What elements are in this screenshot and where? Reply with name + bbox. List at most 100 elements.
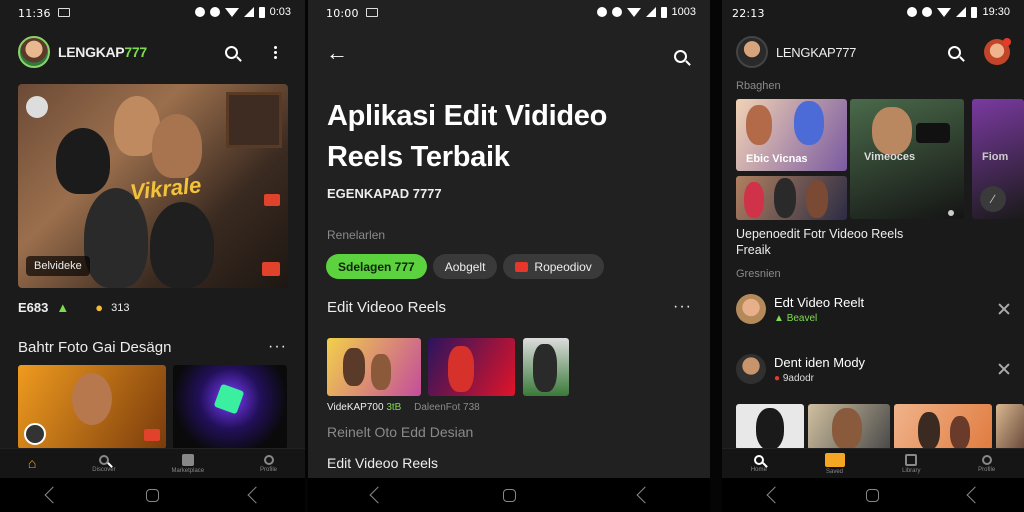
- close-icon[interactable]: [998, 363, 1010, 375]
- more-horiz-icon[interactable]: ···: [268, 338, 287, 356]
- related-label: Renelarlen: [327, 228, 386, 242]
- list-item-title: Dent iden Mody: [774, 354, 866, 370]
- close-icon[interactable]: [998, 303, 1010, 315]
- search-icon: [224, 45, 238, 59]
- nav-home-icon[interactable]: [866, 488, 880, 502]
- article-title: Aplikasi Edit Vidideo Reels Terbaik: [327, 100, 608, 173]
- person-figure: [774, 178, 796, 218]
- person-figure: [150, 202, 214, 288]
- system-nav-bar: [722, 478, 1024, 512]
- status-bar: 11:36 0:03: [0, 0, 305, 26]
- nav-back-icon[interactable]: [766, 486, 784, 504]
- person-figure: [872, 107, 912, 155]
- chip-active[interactable]: Sdelagen 777: [326, 254, 427, 279]
- more-button[interactable]: [263, 40, 287, 64]
- thumbnail-card[interactable]: [808, 404, 890, 450]
- thumb-caption: VideKAP700 3tB DaleenFot 738: [327, 402, 480, 413]
- person-figure: [343, 348, 365, 386]
- tab-library[interactable]: Library: [902, 453, 921, 474]
- tab-discover[interactable]: Discover: [92, 454, 116, 473]
- thumbs-up-icon[interactable]: ▲: [56, 300, 69, 315]
- screen-library: 22:13 19:30 LENGKAP777 Rbaghen Ebic Vicn…: [722, 0, 1024, 478]
- thumbnail-card[interactable]: [18, 365, 166, 449]
- nav-back-icon[interactable]: [44, 486, 62, 504]
- chip-row: Sdelagen 777 Aobgelt Ropeodiov: [326, 254, 604, 279]
- nav-back-icon[interactable]: [369, 486, 386, 504]
- person-figure: [918, 412, 940, 450]
- profile-avatar[interactable]: [984, 38, 1011, 65]
- page-indicator: [948, 210, 954, 216]
- tab-profile[interactable]: Profile: [260, 454, 277, 473]
- thumbnail-card[interactable]: Vimeoces: [850, 99, 964, 219]
- brand-title: LENGKAP777: [776, 44, 857, 60]
- section-title: Edit Videoo Reels: [327, 455, 439, 471]
- bottom-tab-bar: ⌂ Discover Marketplace Profile: [0, 448, 305, 478]
- search-button[interactable]: [942, 40, 966, 64]
- list-item[interactable]: Dent iden Mody ● 9adodr: [736, 352, 1010, 386]
- logo-badge-icon: [26, 96, 48, 118]
- thumbnail-card[interactable]: [523, 338, 569, 396]
- emoji-icon[interactable]: ●: [95, 300, 103, 315]
- status-battery-text: 0:03: [269, 6, 291, 18]
- section-label: Gresnien: [736, 268, 781, 280]
- person-figure: [746, 105, 772, 145]
- thumbnail-card[interactable]: [736, 404, 804, 450]
- chip-youtube[interactable]: Ropeodiov: [503, 254, 604, 279]
- gallery-icon: [58, 8, 70, 17]
- tab-profile[interactable]: Profile: [978, 454, 995, 473]
- search-button[interactable]: [219, 40, 243, 64]
- thumbnail-card[interactable]: Ebic Vicnas: [736, 99, 847, 171]
- wifi-icon: [626, 7, 641, 17]
- dnd-icon: [611, 7, 622, 17]
- status-time: 10:00: [326, 7, 359, 20]
- alarm-icon: [907, 7, 918, 17]
- person-icon: [981, 454, 992, 465]
- tab-home[interactable]: ⌂: [28, 455, 36, 473]
- person-figure: [756, 408, 784, 450]
- edit-button[interactable]: ∕: [980, 186, 1006, 212]
- hero-image[interactable]: Vikrale Belvideke: [18, 84, 288, 288]
- thumbnail-card[interactable]: [736, 176, 847, 220]
- chip[interactable]: Aobgelt: [432, 254, 498, 279]
- nav-home-icon[interactable]: [502, 488, 516, 502]
- status-bar: 10:00 1003: [308, 0, 710, 26]
- thumbnail-card[interactable]: [996, 404, 1024, 450]
- play-badge-icon: [264, 194, 280, 206]
- tab-marketplace[interactable]: Marketplace: [171, 453, 204, 474]
- thumbnail-card[interactable]: [327, 338, 421, 396]
- avatar[interactable]: [736, 36, 768, 68]
- tab-saved[interactable]: Saved: [824, 452, 845, 475]
- search-icon: [98, 454, 109, 465]
- hero-chip[interactable]: Belvideke: [26, 256, 90, 276]
- signal-icon: [956, 7, 967, 17]
- wall-frame: [226, 92, 282, 148]
- system-nav-bar: [0, 478, 305, 512]
- list-item[interactable]: Edt Video Reelt ▲ Beavel: [736, 292, 1010, 326]
- battery-icon: [971, 6, 978, 18]
- avatar[interactable]: [18, 36, 50, 68]
- nav-recents-icon[interactable]: [966, 486, 984, 504]
- nav-recents-icon[interactable]: [247, 486, 265, 504]
- tab-home[interactable]: Home: [751, 454, 767, 473]
- nav-recents-icon[interactable]: [636, 486, 653, 504]
- signal-icon: [645, 7, 656, 17]
- search-button[interactable]: [668, 44, 692, 68]
- brand-title: LENGKAP777: [58, 44, 147, 60]
- person-figure: [72, 373, 112, 425]
- status-time: 11:36: [18, 7, 51, 20]
- stats-row: E683 ▲ ● 313: [18, 300, 129, 315]
- back-button[interactable]: ←: [326, 40, 348, 66]
- wifi-icon: [937, 7, 952, 17]
- nav-home-icon[interactable]: [145, 488, 159, 502]
- thumbnail-card[interactable]: [428, 338, 515, 396]
- person-figure: [806, 180, 828, 218]
- search-icon: [673, 49, 687, 63]
- status-bar: 22:13 19:30: [722, 0, 1024, 26]
- person-icon: [263, 454, 274, 465]
- app-header: LENGKAP777: [18, 36, 287, 68]
- person-figure: [950, 416, 970, 450]
- thumbnail-card[interactable]: [894, 404, 992, 450]
- more-horiz-icon[interactable]: ···: [673, 298, 692, 316]
- person-figure: [448, 346, 474, 392]
- thumbnail-card[interactable]: [173, 365, 287, 449]
